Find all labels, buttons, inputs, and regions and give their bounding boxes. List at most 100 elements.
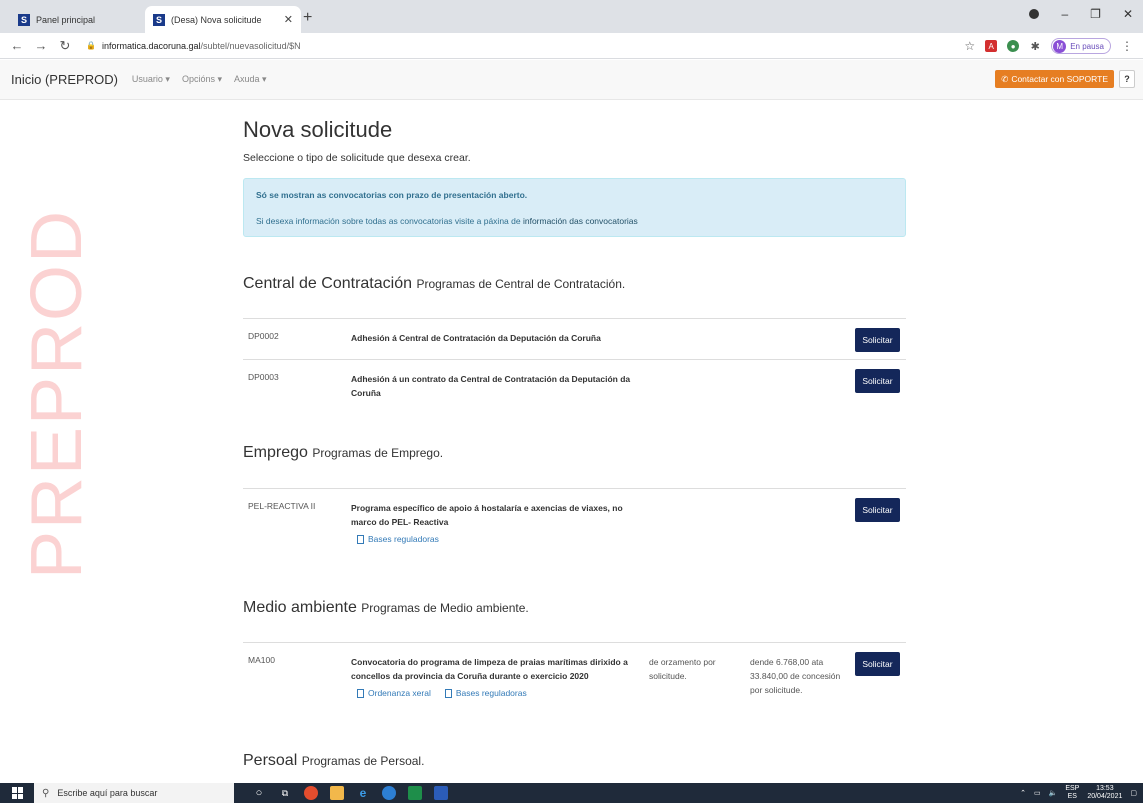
pdf-extension-icon[interactable]: A <box>985 40 998 52</box>
close-window-icon[interactable]: ✕ <box>1123 7 1133 21</box>
word-icon[interactable] <box>434 786 448 800</box>
info-alert: Só se mostran as convocatorias con prazo… <box>243 178 906 237</box>
doc-label: Bases reguladoras <box>368 534 439 544</box>
help-button[interactable]: ? <box>1119 70 1135 88</box>
tab-title: (Desa) Nova solicitude <box>171 14 262 25</box>
close-tab-icon[interactable]: ✕ <box>284 13 293 26</box>
back-icon[interactable]: ← <box>10 38 24 53</box>
contact-support-label: Contactar con SOPORTE <box>1011 74 1108 84</box>
program-code: PEL-REACTIVA II <box>248 501 316 511</box>
solicitar-button[interactable]: Solicitar <box>855 498 900 522</box>
system-tray: ⌃ ▭ 🔈 ESP ES 13:53 20/04/2021 ▢ <box>1020 785 1137 801</box>
taskbar-apps: ○ ⧉ e <box>252 786 448 800</box>
section-name: Emprego <box>243 444 308 461</box>
section-title-medio-ambiente: Medio ambiente Programas de Medio ambien… <box>243 599 529 617</box>
taskbar-search-input[interactable]: ⚲ Escribe aquí para buscar <box>34 783 234 803</box>
cortana-icon[interactable]: ○ <box>252 786 266 800</box>
document-icon <box>444 688 452 698</box>
section-name: Persoal <box>243 752 298 769</box>
browser-menu-icon[interactable]: ⋮ <box>1121 39 1133 53</box>
forward-icon[interactable]: → <box>34 38 48 53</box>
table-row: MA100 Convocatoria do programa de limpez… <box>243 642 906 722</box>
menu-axuda[interactable]: Axuda ▾ <box>234 74 267 85</box>
new-tab-icon[interactable]: + <box>303 9 312 27</box>
program-documents: Ordenanza xeral Bases reguladoras <box>357 688 527 698</box>
solicitar-button[interactable]: Solicitar <box>855 369 900 393</box>
clock[interactable]: 13:53 20/04/2021 <box>1087 785 1122 801</box>
solicitar-button[interactable]: Solicitar <box>855 652 900 676</box>
lang-label: ESP <box>1065 785 1080 792</box>
notifications-icon[interactable]: ▢ <box>1130 789 1137 797</box>
profile-button[interactable]: M En pausa <box>1051 38 1111 54</box>
chrome-icon[interactable] <box>304 786 318 800</box>
contact-support-button[interactable]: ✆ Contactar con SOPORTE <box>995 70 1114 88</box>
program-description: Adhesión á Central de Contratación da De… <box>351 333 601 343</box>
document-icon <box>357 534 364 544</box>
chevron-up-icon[interactable]: ⌃ <box>1020 789 1026 797</box>
browser-status-icon[interactable] <box>1029 9 1040 19</box>
time-label: 13:53 <box>1096 785 1114 792</box>
section-title-central-contratacion: Central de Contratación Programas de Cen… <box>243 275 625 293</box>
bases-reguladoras-link[interactable]: Bases reguladoras <box>357 534 439 544</box>
program-documents: Bases reguladoras <box>357 534 439 544</box>
minimize-icon[interactable]: – <box>1061 7 1068 21</box>
windows-taskbar: ⚲ Escribe aquí para buscar ○ ⧉ e ⌃ ▭ 🔈 E… <box>0 783 1143 803</box>
convocatorias-info-link[interactable]: información das convocatorias <box>523 216 638 226</box>
url-field[interactable]: 🔒 informatica.dacoruna.gal/subtel/nuevas… <box>86 41 301 51</box>
reload-icon[interactable]: ↻ <box>58 38 72 54</box>
menu-opcions[interactable]: Opcións ▾ <box>182 74 222 85</box>
section-subtitle: Programas de Central de Contratación. <box>416 277 626 291</box>
extensions-puzzle-icon[interactable]: ✱ <box>1029 40 1042 53</box>
profile-status-label: En pausa <box>1070 41 1104 51</box>
search-placeholder: Escribe aquí para buscar <box>57 788 158 798</box>
brand-link[interactable]: Inicio (PREPROD) <box>11 72 118 87</box>
app-navbar: Inicio (PREPROD) Usuario ▾ Opcións ▾ Axu… <box>0 60 1143 100</box>
section-name: Medio ambiente <box>243 599 357 616</box>
browser-toolbar-right: ☆ A ● ✱ M En pausa ⋮ <box>964 38 1133 54</box>
program-code: MA100 <box>248 655 275 665</box>
doc-label: Bases reguladoras <box>455 688 527 698</box>
section-subtitle: Programas de Persoal. <box>301 754 425 768</box>
task-view-icon[interactable]: ⧉ <box>278 786 292 800</box>
doc-label: Ordenanza xeral <box>368 688 431 698</box>
date-label: 20/04/2021 <box>1087 793 1123 800</box>
section-title-emprego: Emprego Programas de Emprego. <box>243 444 443 462</box>
alert-line-2: Si desexa información sobre todas as con… <box>256 216 638 226</box>
site-favicon-icon: S <box>18 13 30 26</box>
program-code: DP0002 <box>248 331 279 341</box>
program-description: Adhesión á un contrato da Central de Con… <box>351 374 631 398</box>
table-row: DP0003 Adhesión á un contrato da Central… <box>243 359 906 410</box>
excel-icon[interactable] <box>408 786 422 800</box>
document-icon <box>357 688 364 698</box>
section-subtitle: Programas de Medio ambiente. <box>361 601 529 615</box>
lang-sub-label: ES <box>1067 793 1077 800</box>
restore-icon[interactable]: ❐ <box>1090 7 1101 21</box>
section-name: Central de Contratación <box>243 275 412 292</box>
window-controls: – ❐ ✕ <box>1029 7 1133 21</box>
extension-icon[interactable]: ● <box>1007 40 1020 52</box>
app-icon[interactable] <box>382 786 396 800</box>
file-explorer-icon[interactable] <box>330 786 344 800</box>
preprod-watermark: PREPROD <box>17 208 97 579</box>
address-bar: ← → ↻ 🔒 informatica.dacoruna.gal/subtel/… <box>0 33 1143 59</box>
alert-line-1: Só se mostran as convocatorias con prazo… <box>256 190 528 200</box>
bases-reguladoras-link[interactable]: Bases reguladoras <box>444 688 527 698</box>
menu-usuario[interactable]: Usuario ▾ <box>132 74 170 85</box>
volume-icon[interactable]: 🔈 <box>1049 789 1058 797</box>
url-host: informatica.dacoruna.gal <box>101 40 201 51</box>
program-description: Programa específico de apoio á hostalarí… <box>351 503 623 527</box>
bookmark-star-icon[interactable]: ☆ <box>964 39 975 53</box>
browser-tab-nova-solicitude[interactable]: S (Desa) Nova solicitude ✕ <box>145 6 301 33</box>
ordenanza-xeral-link[interactable]: Ordenanza xeral <box>357 688 431 698</box>
search-icon: ⚲ <box>42 787 50 799</box>
table-row: PEL-REACTIVA II Programa específico de a… <box>243 488 906 558</box>
edge-icon[interactable]: e <box>356 786 370 800</box>
section-subtitle: Programas de Emprego. <box>312 446 444 460</box>
language-indicator[interactable]: ESP ES <box>1065 785 1079 801</box>
solicitar-button[interactable]: Solicitar <box>855 328 900 352</box>
windows-start-icon[interactable] <box>12 787 24 799</box>
grant-range: dende 6.768,00 ata 33.840,00 de concesió… <box>750 657 841 695</box>
section-title-persoal: Persoal Programas de Persoal. <box>243 752 424 770</box>
alert-text: Si desexa información sobre todas as con… <box>256 216 521 226</box>
network-icon[interactable]: ▭ <box>1034 789 1041 797</box>
